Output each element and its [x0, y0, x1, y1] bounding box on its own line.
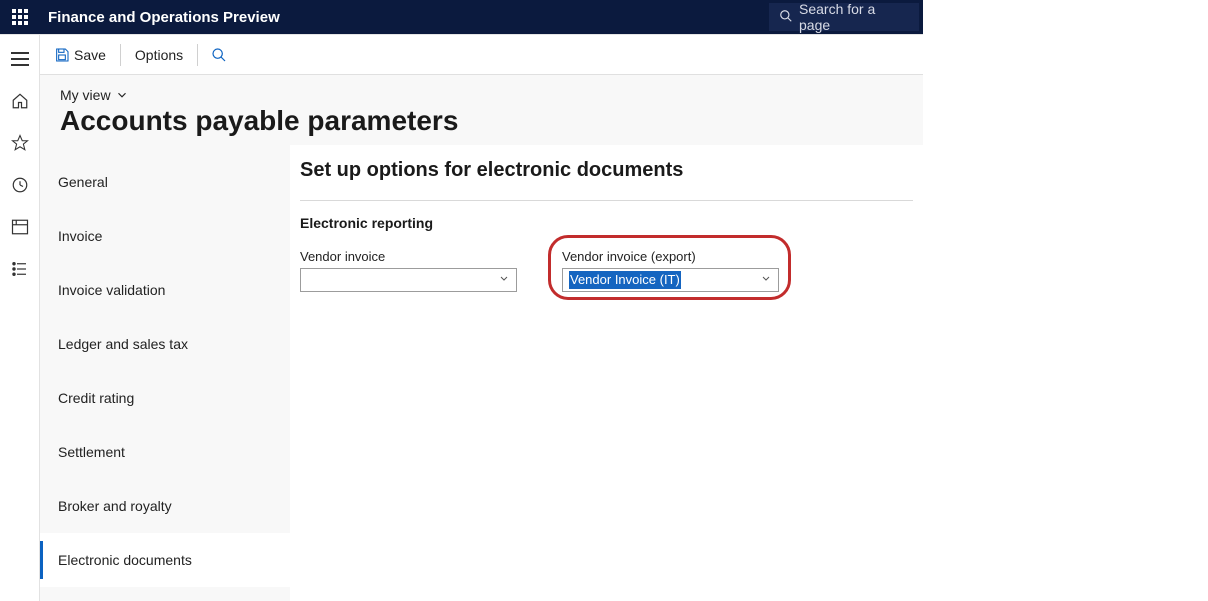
tab-label: Electronic documents — [58, 552, 192, 568]
tab-invoice[interactable]: Invoice — [40, 209, 290, 263]
tab-label: Invoice — [58, 228, 102, 244]
page-title: Accounts payable parameters — [60, 105, 903, 137]
page-head: My view Accounts payable parameters — [40, 75, 923, 145]
tab-broker-and-royalty[interactable]: Broker and royalty — [40, 479, 290, 533]
action-bar: Save Options — [40, 35, 923, 75]
section-title: Set up options for electronic documents — [300, 159, 913, 200]
view-selector[interactable]: My view — [60, 87, 129, 103]
top-header: Finance and Operations Preview Search fo… — [0, 0, 923, 34]
vendor-invoice-label: Vendor invoice — [300, 249, 517, 264]
separator — [300, 200, 913, 201]
vendor-invoice-field: Vendor invoice — [300, 249, 517, 292]
search-icon — [211, 47, 227, 63]
waffle-icon — [12, 9, 28, 25]
tab-invoice-validation[interactable]: Invoice validation — [40, 263, 290, 317]
workspace: Save Options My view Accounts — [40, 35, 923, 601]
subsection-title: Electronic reporting — [300, 215, 913, 231]
tab-label: General — [58, 174, 108, 190]
tab-credit-rating[interactable]: Credit rating — [40, 371, 290, 425]
global-search[interactable]: Search for a page — [769, 3, 919, 31]
tab-label: Invoice validation — [58, 282, 165, 298]
vendor-invoice-export-field: Vendor invoice (export) Vendor Invoice (… — [562, 249, 779, 292]
recent-button[interactable] — [6, 171, 34, 199]
view-selector-label: My view — [60, 87, 111, 103]
global-search-placeholder: Search for a page — [799, 1, 909, 33]
tab-label: Broker and royalty — [58, 498, 172, 514]
search-icon — [779, 9, 793, 26]
options-button-label: Options — [135, 47, 183, 63]
tab-label: Ledger and sales tax — [58, 336, 188, 352]
chevron-down-icon — [760, 273, 772, 288]
vendor-invoice-export-label: Vendor invoice (export) — [562, 249, 779, 264]
tab-settlement[interactable]: Settlement — [40, 425, 290, 479]
app-title: Finance and Operations Preview — [40, 9, 280, 26]
save-icon — [54, 47, 70, 63]
left-nav-rail — [0, 35, 40, 601]
filter-pane-button[interactable] — [204, 40, 234, 70]
favorites-button[interactable] — [6, 129, 34, 157]
hamburger-menu-button[interactable] — [6, 45, 34, 73]
tab-label: Credit rating — [58, 390, 134, 406]
chevron-down-icon — [115, 88, 129, 102]
separator — [120, 44, 121, 66]
tab-electronic-documents[interactable]: Electronic documents — [40, 533, 290, 587]
separator — [197, 44, 198, 66]
options-button[interactable]: Options — [127, 40, 191, 70]
vendor-invoice-dropdown[interactable] — [300, 268, 517, 292]
chevron-down-icon — [498, 273, 510, 288]
save-button[interactable]: Save — [46, 40, 114, 70]
content-row: General Invoice Invoice validation Ledge… — [40, 145, 923, 601]
vendor-invoice-export-value: Vendor Invoice (IT) — [569, 271, 681, 289]
side-tabs: General Invoice Invoice validation Ledge… — [40, 145, 290, 601]
workspaces-button[interactable] — [6, 213, 34, 241]
tab-ledger-and-sales-tax[interactable]: Ledger and sales tax — [40, 317, 290, 371]
vendor-invoice-export-dropdown[interactable]: Vendor Invoice (IT) — [562, 268, 779, 292]
main-panel: Set up options for electronic documents … — [290, 145, 923, 601]
tab-general[interactable]: General — [40, 155, 290, 209]
app-launcher-button[interactable] — [0, 0, 40, 34]
home-button[interactable] — [6, 87, 34, 115]
modules-button[interactable] — [6, 255, 34, 283]
save-button-label: Save — [74, 47, 106, 63]
tab-label: Settlement — [58, 444, 125, 460]
